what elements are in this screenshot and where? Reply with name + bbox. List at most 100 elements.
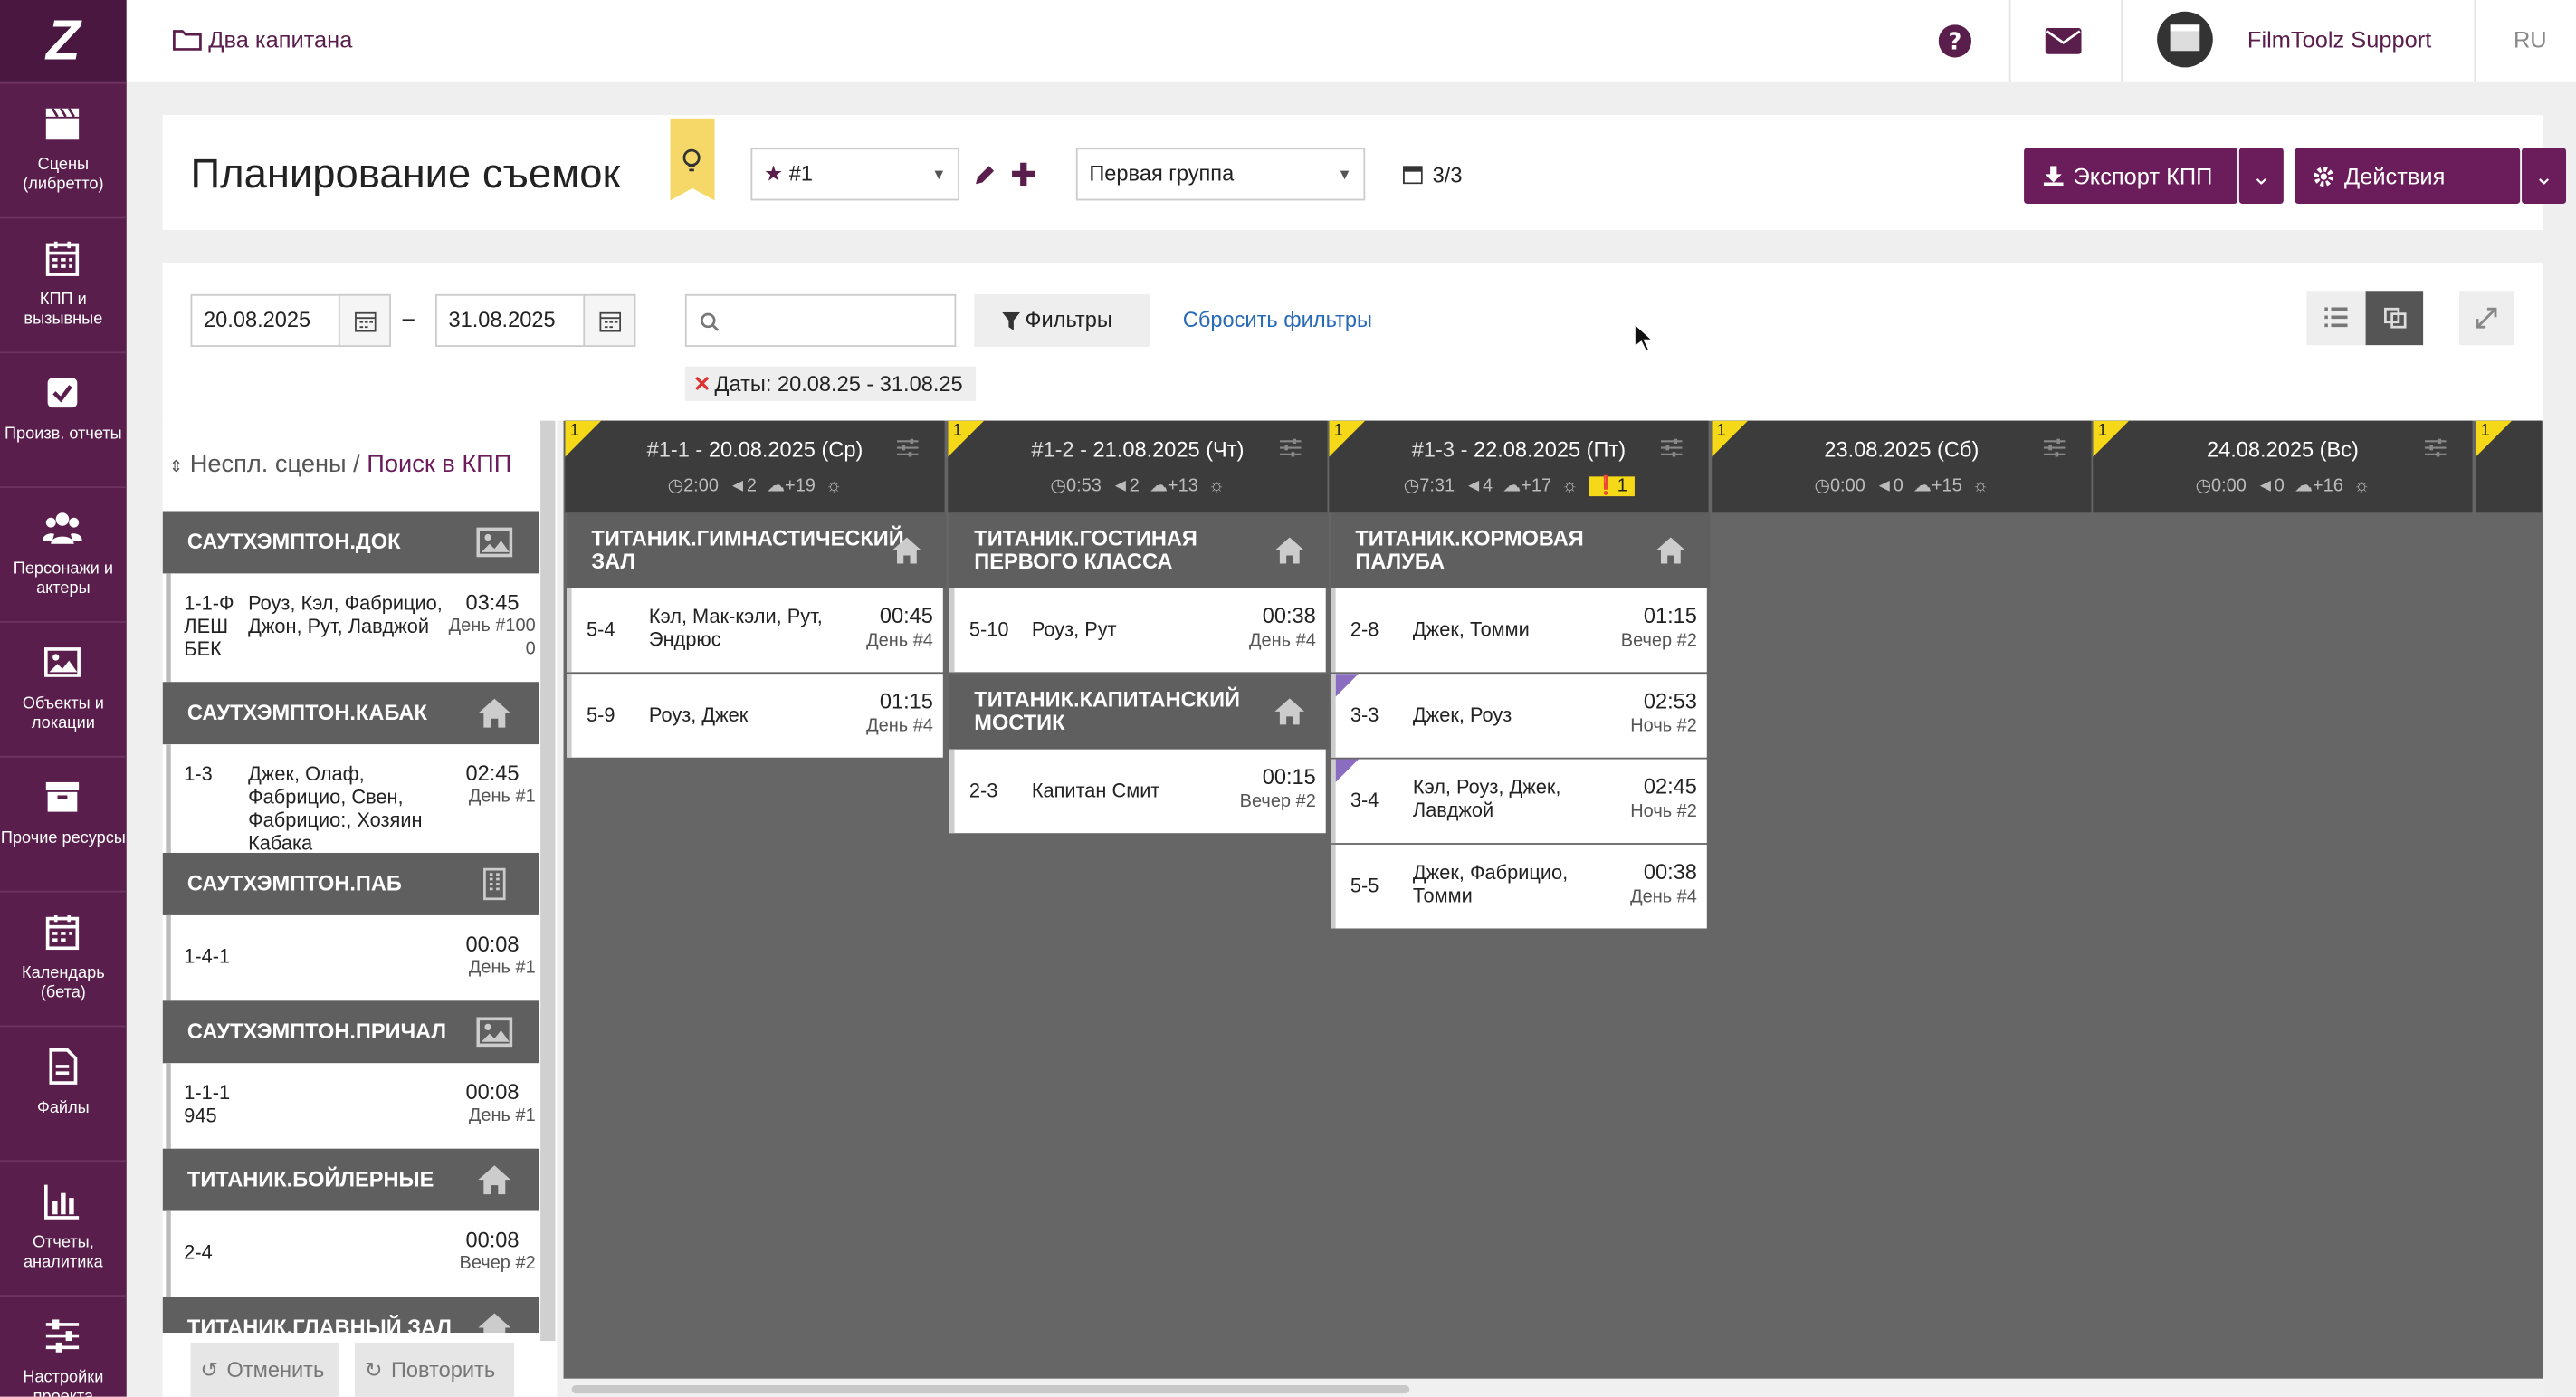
unscheduled-scene[interactable]: 1-3 Джек, Олаф, Фабрицио, Свен, Фабрицио…	[166, 744, 539, 855]
search-input[interactable]	[684, 293, 957, 347]
actions-dropdown-button[interactable]: ⌄	[2522, 148, 2567, 205]
home-icon	[1274, 537, 1305, 564]
page-title: Планирование съемок	[190, 150, 621, 197]
panel-scrollbar[interactable]	[540, 420, 556, 1342]
location-group-header[interactable]: САУТХЭМПТОН.ПРИЧАЛ	[162, 1000, 539, 1064]
settings-sliders-icon[interactable]	[2424, 438, 2447, 457]
help-icon[interactable]: ?	[1938, 24, 1971, 58]
scene-number: 5-5	[1350, 874, 1379, 897]
sidebar-item-calendar[interactable]: Календарь (бета)	[0, 890, 127, 1026]
unscheduled-label[interactable]: Неспл. сцены	[190, 450, 347, 478]
sidebar-item-analytics[interactable]: Отчеты, аналитика	[0, 1160, 127, 1295]
scheduled-scene-card[interactable]: 5-10 Роуз, Рут 00:38 День #4	[949, 588, 1326, 673]
date-to-picker[interactable]	[583, 293, 636, 347]
gear-icon	[2314, 167, 2334, 187]
unscheduled-scene[interactable]: 1-1-Ф ЛЕШ БЕК Роуз, Кэл, Фабрицио, Джон,…	[166, 573, 539, 683]
sidebar-item-settings[interactable]: Настройки проекта	[0, 1295, 127, 1397]
filters-label: Фильтры	[1025, 307, 1112, 332]
scheduled-scene-card[interactable]: 2-8 Джек, Томми 01:15 Вечер #2	[1331, 588, 1707, 673]
scheduled-scene-card[interactable]: 3-4 Кэл, Роуз, Джек, Лавджой 02:45 Ночь #…	[1331, 759, 1707, 844]
sidebar-item-locations[interactable]: Объекты и локации	[0, 621, 127, 756]
home-icon	[892, 537, 922, 564]
sort-icon[interactable]: ⇕	[169, 458, 183, 476]
sidebar-item-files[interactable]: Файлы	[0, 1025, 127, 1161]
sidebar-item-characters[interactable]: Персонажи и актеры	[0, 486, 127, 621]
tip-bookmark[interactable]	[670, 118, 715, 201]
board-scrollbar[interactable]	[563, 1378, 2543, 1397]
actions-label: Действия	[2344, 162, 2446, 189]
sidebar-item-label: Персонажи и актеры	[13, 560, 113, 598]
scheduled-scene-card[interactable]: 3-3 Джек, Роуз 02:53 Ночь #2	[1331, 674, 1707, 758]
project-breadcrumb[interactable]: Два капитана	[173, 26, 352, 53]
filters-button[interactable]: Фильтры	[974, 293, 1150, 347]
settings-sliders-icon[interactable]	[1279, 438, 1302, 457]
add-icon[interactable]	[1012, 162, 1035, 187]
location-group-header[interactable]: САУТХЭМПТОН.ДОК	[162, 511, 539, 574]
user-name[interactable]: FilmToolz Support	[2247, 26, 2431, 53]
sidebar-item-scenes[interactable]: Сцены (либретто)	[0, 81, 127, 217]
expand-icon	[2476, 307, 2497, 329]
avatar[interactable]	[2157, 11, 2213, 68]
sidebar-item-callsheets[interactable]: КПП и вызывные	[0, 216, 127, 352]
day-date: 23.08.2025 (Сб)	[1824, 436, 1980, 463]
undo-button[interactable]: ↺ Отменить	[190, 1342, 339, 1397]
sidebar-item-label: Настройки проекта	[23, 1368, 104, 1397]
list-view-button[interactable]	[2306, 291, 2366, 346]
location-header[interactable]: ТИТАНИК.КОРМОВАЯ ПАЛУБА	[1331, 512, 1711, 588]
export-dropdown-button[interactable]: ⌄	[2238, 148, 2284, 205]
sidebar-item-label: Прочие ресурсы	[0, 829, 126, 848]
scene-cast: Кэл, Роуз, Джек, Лавджой	[1412, 775, 1561, 822]
unscheduled-scene[interactable]: 1-1-1 945 00:08 День #1	[166, 1063, 539, 1149]
sidebar-item-resources[interactable]: Прочие ресурсы	[0, 755, 127, 891]
settings-sliders-icon[interactable]	[896, 438, 919, 457]
megaphone-icon: ◄	[1875, 476, 1894, 497]
unscheduled-scene[interactable]: 1-4-1 00:08 День #1	[166, 914, 539, 1001]
search-kpp-link[interactable]: Поиск в КПП	[367, 450, 511, 478]
edit-icon[interactable]	[972, 165, 995, 187]
date-from-picker[interactable]	[338, 293, 391, 347]
day-date: 20.08.2025 (Ср)	[708, 436, 863, 463]
reset-filters-link[interactable]: Сбросить фильтры	[1183, 307, 1372, 331]
redo-button[interactable]: ↻ Повторить	[355, 1342, 515, 1397]
unscheduled-panel: ⇕ Неспл. сцены / Поиск в КПП САУТХЭМПТОН…	[162, 420, 558, 1397]
day-column-header[interactable]: 1 #1-3 - 22.08.2025 (Пт) ◷7:31 ◄4 ☁+17 ☼…	[1329, 420, 1709, 513]
warning-badge[interactable]: ❗1	[1588, 476, 1635, 497]
language-switch[interactable]: RU	[2514, 26, 2547, 53]
day-column-header[interactable]: 1 23.08.2025 (Сб) ◷0:00 ◄0 ☁+15 ☼	[1712, 420, 2092, 513]
day-column-header[interactable]: 1 #1-1 - 20.08.2025 (Ср) ◷2:00 ◄2 ☁+19 ☼	[565, 420, 945, 513]
location-group-header[interactable]: ТИТАНИК.ГЛАВНЫЙ ЗАЛ	[162, 1297, 539, 1333]
scheduled-scene-card[interactable]: 2-3 Капитан Смит 00:15 Вечер #2	[949, 749, 1326, 834]
cloud-icon: ☁	[1149, 476, 1168, 497]
date-filter-chip[interactable]: ✕ Даты: 20.08.25 - 31.08.25	[684, 366, 977, 401]
location-header[interactable]: ТИТАНИК.ГИМНАСТИЧЕСКИЙ ЗАЛ	[567, 512, 947, 588]
unscheduled-scene[interactable]: 2-4 00:08 Вечер #2	[166, 1210, 539, 1297]
clock-icon: ◷	[1403, 476, 1420, 497]
scene-duration: 02:53	[1643, 688, 1697, 713]
location-header[interactable]: ТИТАНИК.ГОСТИНАЯ ПЕРВОГО КЛАССА	[949, 512, 1330, 588]
export-button[interactable]: Экспорт КПП	[2024, 148, 2238, 205]
scene-cast: Джек, Роуз	[1412, 703, 1512, 727]
chevron-down-icon: ▼	[1337, 166, 1352, 183]
actions-button[interactable]: Действия	[2295, 148, 2521, 205]
version-select[interactable]: ★ #1 ▼	[750, 148, 959, 201]
board-view-button[interactable]	[2365, 291, 2424, 346]
app-logo[interactable]: Z	[0, 0, 127, 82]
remove-icon[interactable]: ✕	[693, 367, 711, 401]
location-group-header[interactable]: ТИТАНИК.БОЙЛЕРНЫЕ	[162, 1148, 539, 1211]
image-icon	[476, 527, 513, 558]
settings-sliders-icon[interactable]	[1660, 438, 1683, 457]
location-group-header[interactable]: САУТХЭМПТОН.КАБАК	[162, 682, 539, 745]
location-header[interactable]: ТИТАНИК.КАПИТАНСКИЙ МОСТИК	[949, 674, 1330, 750]
day-column-header[interactable]: 1	[2476, 420, 2542, 513]
location-group-header[interactable]: САУТХЭМПТОН.ПАБ	[162, 852, 539, 915]
sidebar-item-reports[interactable]: Произв. отчеты	[0, 351, 127, 486]
scheduled-scene-card[interactable]: 5-5 Джек, Фабрицио, Томми 00:38 День #4	[1331, 844, 1707, 929]
fullscreen-button[interactable]	[2459, 291, 2514, 346]
day-column-header[interactable]: 1 #1-2 - 21.08.2025 (Чт) ◷0:53 ◄2 ☁+13 ☼	[948, 420, 1328, 513]
day-column-header[interactable]: 1 24.08.2025 (Вс) ◷0:00 ◄0 ☁+16 ☼	[2093, 420, 2473, 513]
scheduled-scene-card[interactable]: 5-9 Роуз, Джек 01:15 День #4	[567, 674, 943, 758]
settings-sliders-icon[interactable]	[2043, 438, 2066, 457]
group-select[interactable]: Первая группа ▼	[1075, 148, 1366, 201]
mail-icon[interactable]	[2045, 27, 2082, 54]
scheduled-scene-card[interactable]: 5-4 Кэл, Мак-кэли, Рут, Эндрюс 00:45 День…	[567, 588, 943, 673]
